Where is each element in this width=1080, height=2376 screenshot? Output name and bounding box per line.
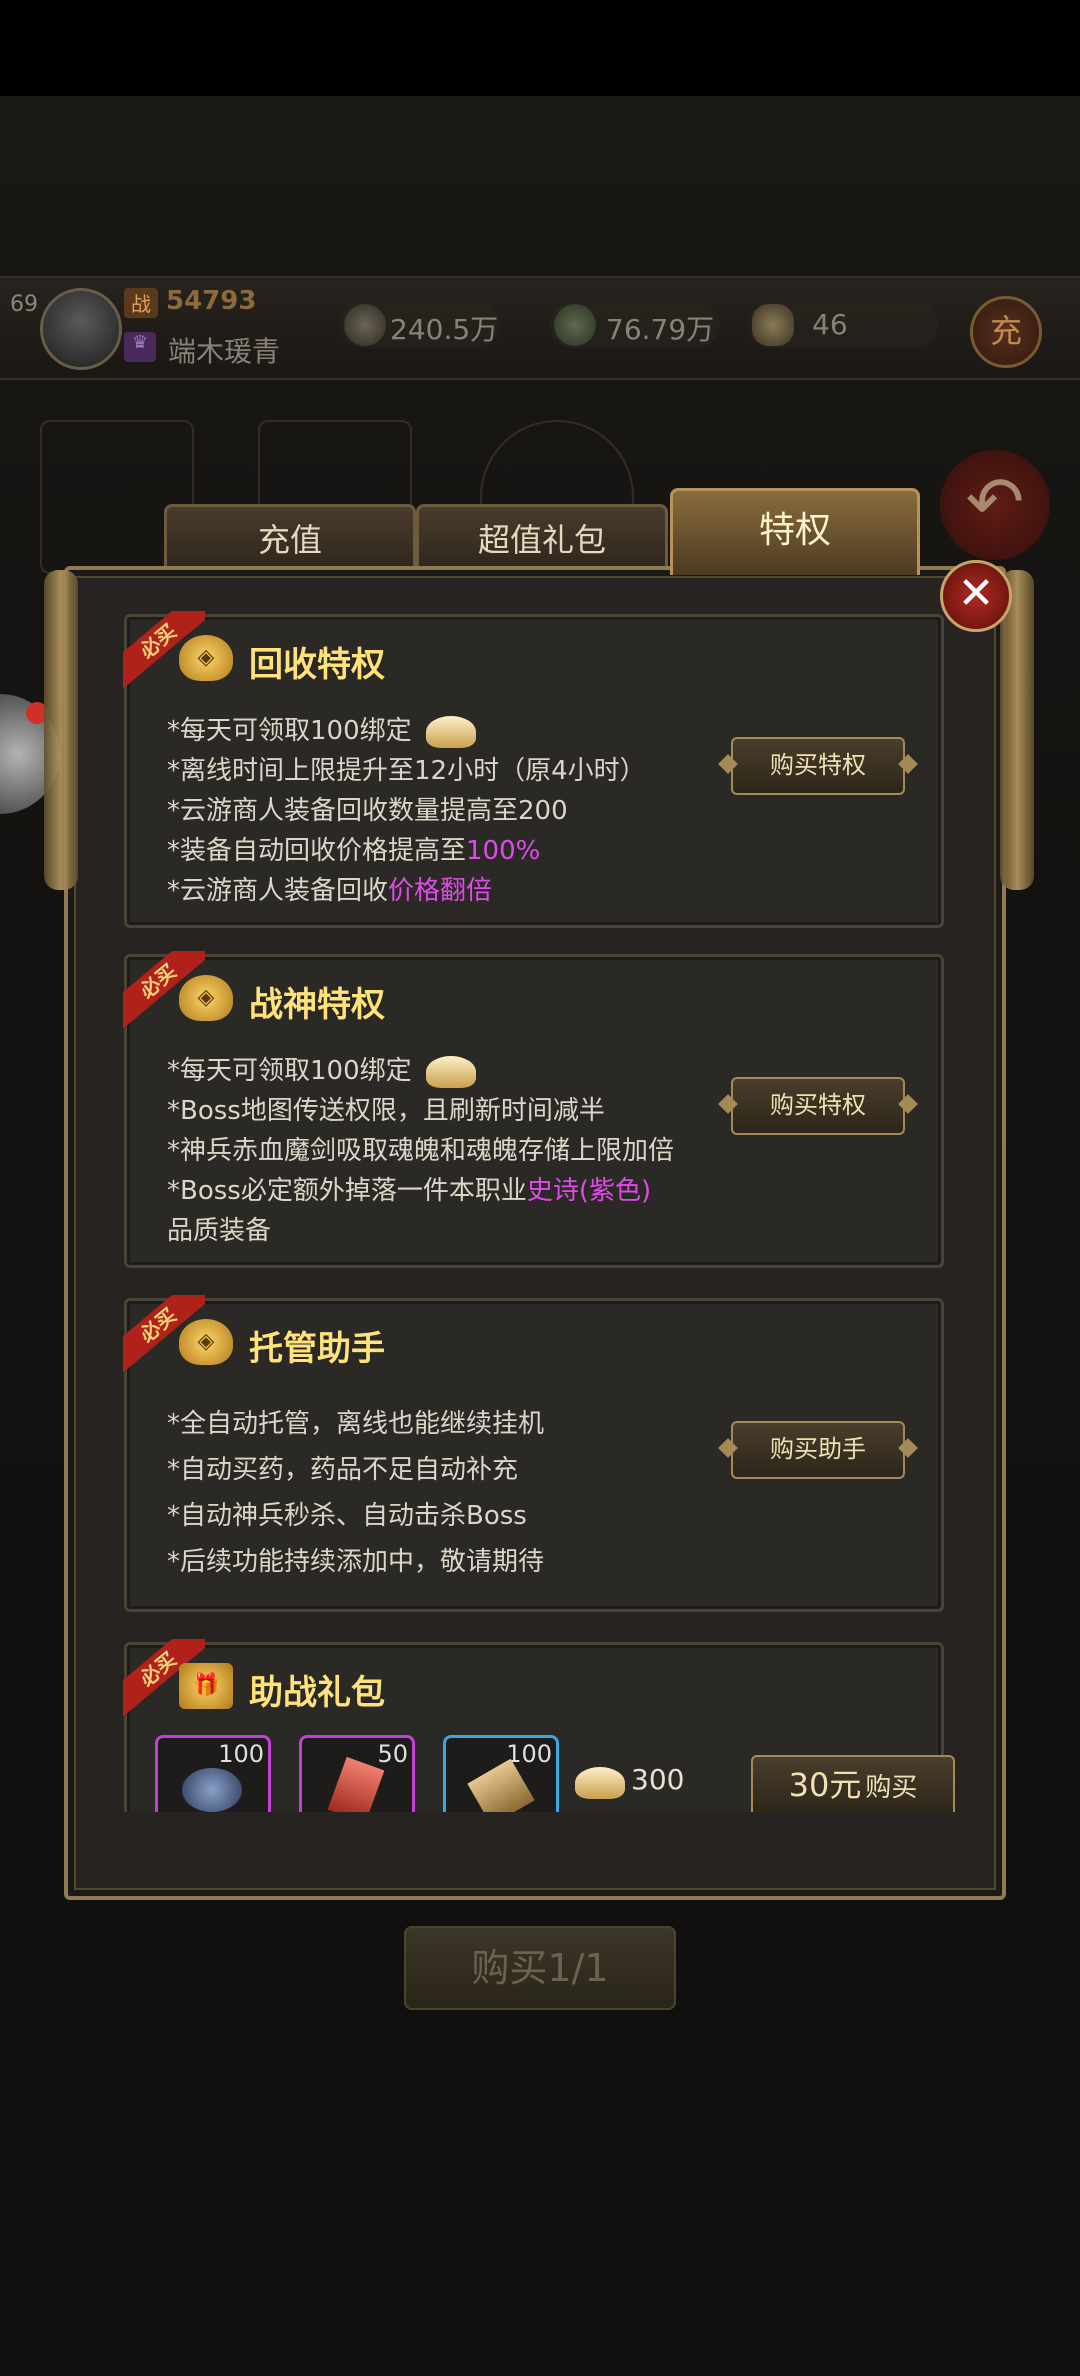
bottom-buy-button: 购买1/1 bbox=[404, 1926, 676, 2010]
left-pillar-ornament bbox=[44, 570, 78, 890]
tab-privilege[interactable]: 特权 bbox=[670, 488, 920, 575]
combat-power-value: 54793 bbox=[166, 286, 257, 316]
benefit-line: 品质装备 bbox=[167, 1216, 272, 1246]
navigation-bar-area bbox=[0, 2176, 1080, 2376]
recycle-emblem-icon: ◈ bbox=[179, 635, 233, 681]
crystal-item-icon bbox=[327, 1756, 385, 1812]
privilege-card-war-god: 必买 ◈ 战神特权 *每天可领取100绑定 *Boss地图传送权限，且刷新时间减… bbox=[123, 951, 944, 1268]
benefit-line: *云游商人装备回收价格翻倍 bbox=[167, 876, 493, 906]
assistant-emblem-icon: ◈ bbox=[179, 1319, 233, 1365]
gold-ingot-icon bbox=[425, 1055, 476, 1088]
benefit-line: *装备自动回收价格提高至100% bbox=[167, 836, 541, 866]
gift-pack-buy-button[interactable]: 30元 购买 bbox=[751, 1755, 955, 1812]
jade-coin-icon[interactable] bbox=[554, 304, 596, 346]
ingot-amount: 300 bbox=[631, 1763, 685, 1796]
player-name: 端木瑗青 bbox=[168, 335, 281, 368]
benefit-line: *云游商人装备回收数量提高至200 bbox=[167, 796, 568, 826]
privilege-list[interactable]: 必买 ◈ 回收特权 *每天可领取100绑定 *离线时间上限提升至12小时（原4小… bbox=[84, 604, 978, 1812]
benefit-line: *离线时间上限提升至12小时（原4小时） bbox=[167, 756, 646, 786]
resource-value-ingot: 46 bbox=[812, 308, 848, 341]
right-pillar-ornament bbox=[1000, 570, 1034, 890]
support-gift-pack-card: 必买 🎁 助战礼包 100 50 100 300 30元 购买 bbox=[123, 1639, 955, 1812]
gift-box-icon: 🎁 bbox=[179, 1663, 233, 1709]
benefit-line: *自动买药，药品不足自动补充 bbox=[167, 1455, 519, 1485]
resource-value-money: 240.5万 bbox=[390, 313, 499, 346]
player-avatar[interactable] bbox=[40, 288, 122, 370]
benefit-line: *Boss地图传送权限，且刷新时间减半 bbox=[167, 1096, 605, 1126]
buy-privilege-button[interactable]: 购买特权 bbox=[731, 737, 905, 795]
return-arrow-icon: ↶ bbox=[940, 450, 1050, 560]
reward-item-slot[interactable]: 100 bbox=[443, 1735, 559, 1812]
benefit-line: *自动神兵秒杀、自动击杀Boss bbox=[167, 1501, 527, 1531]
benefit-line: *每天可领取100绑定 bbox=[167, 711, 727, 751]
gold-ingot-icon bbox=[575, 1767, 625, 1799]
privilege-card-recycle: 必买 ◈ 回收特权 *每天可领取100绑定 *离线时间上限提升至12小时（原4小… bbox=[123, 611, 944, 928]
privilege-card-auto-assist: 必买 ◈ 托管助手 *全自动托管，离线也能继续挂机 *自动买药，药品不足自动补充… bbox=[123, 1295, 944, 1612]
gold-ingot-icon bbox=[425, 715, 476, 748]
card-title: 托管助手 bbox=[249, 1329, 385, 1369]
combat-power-icon: 战 bbox=[124, 288, 158, 318]
recharge-button[interactable]: 充 bbox=[970, 296, 1042, 368]
card-title: 助战礼包 bbox=[249, 1673, 385, 1713]
buy-privilege-button[interactable]: 购买特权 bbox=[731, 1077, 905, 1135]
benefit-line: *后续功能持续添加中，敬请期待 bbox=[167, 1547, 545, 1577]
money-bag-icon bbox=[344, 304, 386, 346]
benefit-line: *每天可领取100绑定 bbox=[167, 1051, 727, 1091]
guild-rank-icon: ♛ bbox=[124, 332, 156, 362]
status-bar-area bbox=[0, 0, 1080, 96]
benefit-line: *神兵赤血魔剑吸取魂魄和魂魄存储上限加倍 bbox=[167, 1136, 675, 1166]
orb-item-icon bbox=[182, 1768, 242, 1812]
card-title: 战神特权 bbox=[249, 985, 385, 1025]
benefit-line: *Boss必定额外掉落一件本职业史诗(紫色) bbox=[167, 1176, 652, 1206]
reward-item-slot[interactable]: 50 bbox=[299, 1735, 415, 1812]
buy-assistant-button[interactable]: 购买助手 bbox=[731, 1421, 905, 1479]
war-god-emblem-icon: ◈ bbox=[179, 975, 233, 1021]
resource-value-jade: 76.79万 bbox=[606, 313, 715, 346]
reward-item-slot[interactable]: 100 bbox=[155, 1735, 271, 1812]
gold-ingot-icon[interactable] bbox=[752, 304, 794, 346]
benefit-line: *全自动托管，离线也能继续挂机 bbox=[167, 1409, 545, 1439]
tab-recharge[interactable]: 充值 bbox=[164, 504, 416, 575]
tab-value-pack[interactable]: 超值礼包 bbox=[416, 504, 668, 575]
card-title: 回收特权 bbox=[249, 645, 385, 685]
